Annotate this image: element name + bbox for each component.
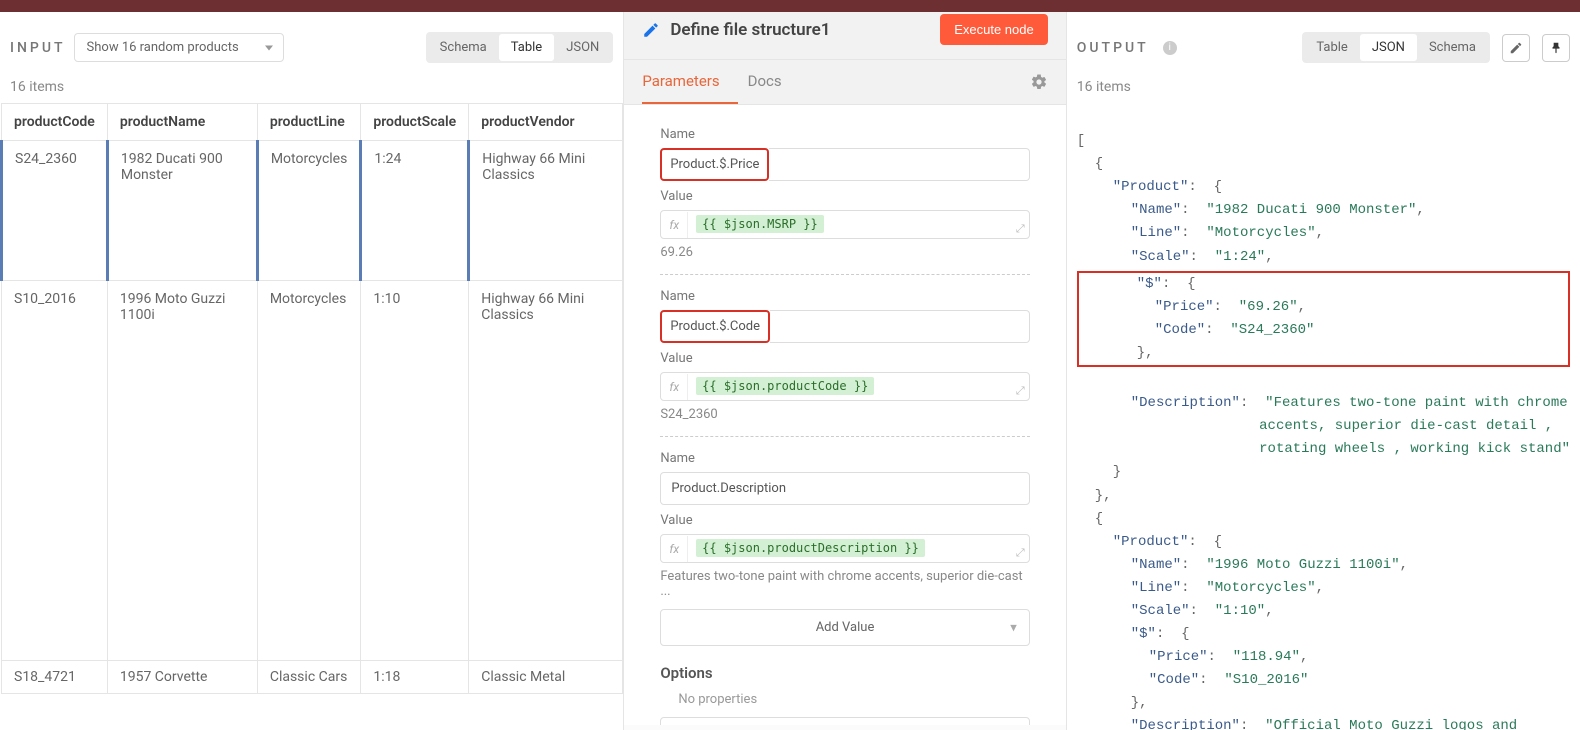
field-value-label: Value [660,189,1029,204]
output-view-toggle: Table JSON Schema [1302,32,1490,63]
output-items-count: 16 items [1067,71,1580,103]
field-name-label: Name [660,451,1029,466]
table-row[interactable]: S24_2360 1982 Ducati 900 Monster Motorcy… [2,141,623,281]
fx-icon: fx [661,212,688,238]
pin-output-icon[interactable] [1542,34,1570,62]
expand-icon[interactable]: ⤢ [1016,222,1025,236]
value-input-description[interactable]: fx {{ $json.productDescription }} ⤢ [660,534,1029,563]
output-json[interactable]: [ { "Product": { "Name": "1982 Ducati 90… [1067,103,1580,730]
value-input-code[interactable]: fx {{ $json.productCode }} ⤢ [660,372,1029,401]
tab-parameters[interactable]: Parameters [642,60,737,104]
col-productVendor[interactable]: productVendor [469,104,623,141]
field-name-label: Name [660,127,1029,142]
expand-icon[interactable]: ⤢ [1016,384,1025,398]
table-row[interactable]: S10_2016 1996 Moto Guzzi 1100i Motorcycl… [2,281,623,661]
fx-icon: fx [661,536,688,562]
value-hint: S24_2360 [660,407,1029,422]
value-hint: Features two-tone paint with chrome acce… [660,569,1029,599]
info-icon[interactable]: i [1163,41,1177,55]
output-view-table[interactable]: Table [1304,34,1359,61]
output-title: OUTPUT [1077,40,1149,56]
name-input-code[interactable]: Product.$.Code [660,310,770,343]
field-value-label: Value [660,513,1029,528]
output-view-json[interactable]: JSON [1360,34,1417,61]
node-panel: Define file structure1 Execute node Para… [624,0,1066,730]
input-source-dropdown[interactable]: Show 16 random products [74,33,284,62]
field-name-label: Name [660,289,1029,304]
output-view-schema[interactable]: Schema [1417,34,1488,61]
col-productScale[interactable]: productScale [361,104,469,141]
input-view-table[interactable]: Table [499,34,554,61]
add-option-button[interactable]: Add Option [660,717,1029,725]
no-properties-text: No properties [678,692,1029,707]
input-table: productCode productName productLine prod… [0,103,623,694]
fx-icon: fx [661,374,688,400]
node-title: Define file structure1 [670,20,830,40]
name-input-description[interactable]: Product.Description [660,472,1029,505]
add-value-button[interactable]: Add Value ▾ [660,609,1029,646]
options-title: Options [660,664,1029,682]
name-input-price[interactable]: Product.$.Price [660,148,769,181]
gear-icon[interactable] [1030,73,1048,91]
value-hint: 69.26 [660,245,1029,260]
edit-icon [642,21,660,39]
input-view-toggle: Schema Table JSON [426,32,614,63]
input-title: INPUT [10,40,66,56]
col-productLine[interactable]: productLine [257,104,361,141]
chevron-down-icon: ▾ [1010,620,1017,635]
input-items-count: 16 items [0,71,623,103]
field-value-label: Value [660,351,1029,366]
input-panel: INPUT Show 16 random products Schema Tab… [0,0,624,730]
input-view-schema[interactable]: Schema [428,34,499,61]
output-panel: OUTPUT i Table JSON Schema 16 items [ { … [1067,0,1580,730]
table-row[interactable]: S18_4721 1957 Corvette Classic Cars 1:18… [2,661,623,694]
value-input-price[interactable]: fx {{ $json.MSRP }} ⤢ [660,210,1029,239]
expand-icon[interactable]: ⤢ [1016,546,1025,560]
tab-docs[interactable]: Docs [748,60,800,104]
execute-node-button[interactable]: Execute node [940,14,1048,45]
input-view-json[interactable]: JSON [554,34,611,61]
col-productCode[interactable]: productCode [2,104,108,141]
col-productName[interactable]: productName [107,104,257,141]
json-val: "1982 Ducati 900 Monster" [1206,202,1416,218]
edit-output-icon[interactable] [1502,34,1530,62]
